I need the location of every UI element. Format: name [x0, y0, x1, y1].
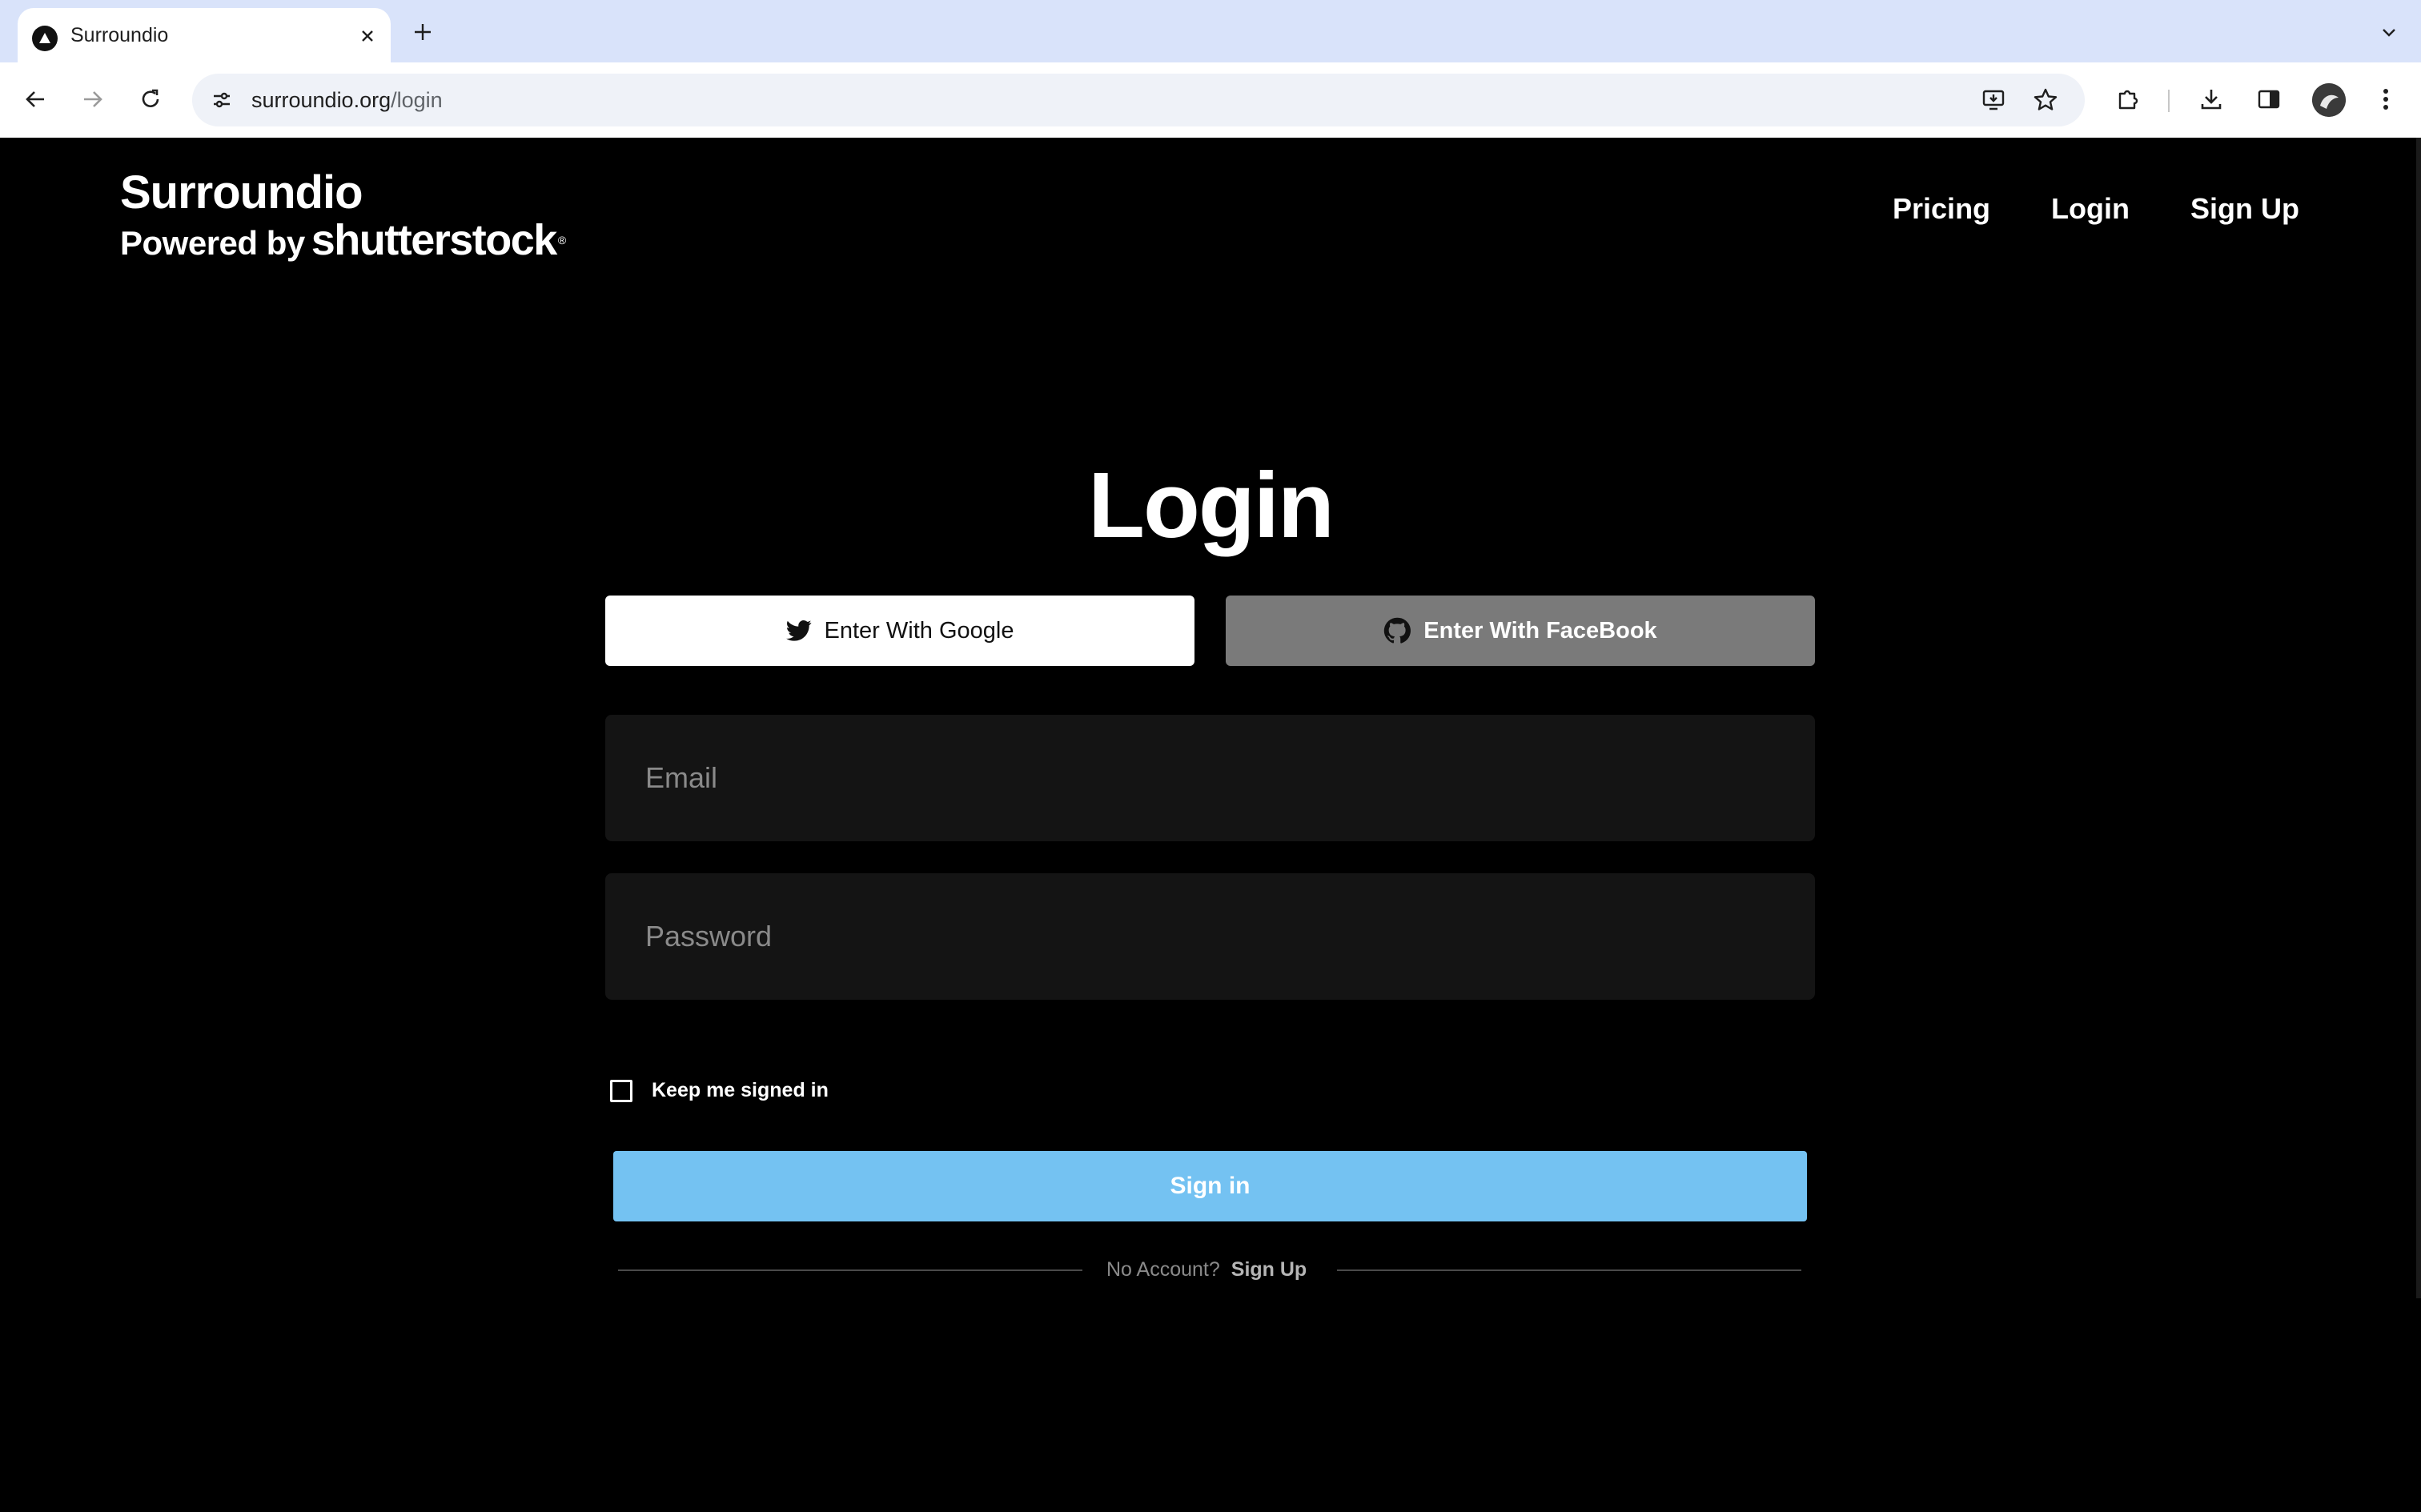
- no-account-text: No Account?: [1106, 1258, 1220, 1281]
- brand-powered-by: Powered by: [120, 224, 305, 262]
- nav-signup-link[interactable]: Sign Up: [2190, 192, 2299, 226]
- surroundio-favicon-icon: [32, 26, 58, 51]
- extensions-puzzle-icon[interactable]: [2109, 80, 2147, 118]
- no-account-prompt: No Account? Sign Up: [1106, 1258, 1307, 1281]
- scrollbar[interactable]: [2416, 138, 2421, 1298]
- site-info-tune-icon[interactable]: [205, 83, 239, 117]
- keep-signed-in-label[interactable]: Keep me signed in: [652, 1079, 829, 1102]
- url-path: /login: [391, 88, 443, 112]
- email-field[interactable]: [605, 715, 1815, 841]
- brand-name: Surroundio: [120, 166, 363, 219]
- forward-arrow-icon[interactable]: [72, 78, 114, 120]
- divider-line-left: [618, 1269, 1082, 1271]
- sign-in-button[interactable]: Sign in: [613, 1151, 1807, 1221]
- github-icon: [1384, 617, 1411, 644]
- close-tab-icon[interactable]: [354, 22, 381, 50]
- registered-mark-icon: ®: [557, 234, 567, 247]
- page-content: Surroundio Powered by shutterstock ® Prici…: [0, 138, 2421, 1512]
- install-app-icon[interactable]: [1977, 83, 2011, 117]
- toolbar-separator: [2168, 90, 2170, 112]
- top-navigation: Pricing Login Sign Up: [1893, 192, 2299, 226]
- address-bar[interactable]: surroundio.org/login: [192, 74, 2085, 126]
- brand-logo[interactable]: Surroundio Powered by shutterstock ®: [120, 168, 566, 274]
- downloads-icon[interactable]: [2192, 80, 2230, 118]
- bookmark-star-icon[interactable]: [2029, 83, 2062, 117]
- new-tab-plus-icon[interactable]: [407, 16, 439, 48]
- twitter-bird-icon: [785, 620, 811, 641]
- enter-with-google-button[interactable]: Enter With Google: [605, 596, 1194, 666]
- enter-with-facebook-button[interactable]: Enter With FaceBook: [1226, 596, 1815, 666]
- page-title: Login: [1088, 453, 1335, 557]
- url-text: surroundio.org/login: [251, 88, 443, 113]
- browser-menu-kebab-icon[interactable]: [2367, 80, 2405, 118]
- password-field[interactable]: [605, 873, 1815, 1000]
- shutterstock-logo: shutterstock: [311, 216, 558, 264]
- nav-pricing-link[interactable]: Pricing: [1893, 192, 1990, 226]
- reload-icon[interactable]: [130, 78, 171, 120]
- keep-signed-in-checkbox[interactable]: [610, 1079, 632, 1102]
- profile-avatar[interactable]: [2312, 83, 2346, 117]
- nav-login-link[interactable]: Login: [2051, 192, 2130, 226]
- keep-signed-in-row: Keep me signed in: [610, 1079, 829, 1102]
- tab-strip: Surroundio: [0, 0, 2421, 62]
- tab-title: Surroundio: [70, 24, 169, 46]
- url-domain: surroundio.org: [251, 88, 391, 112]
- sign-up-link[interactable]: Sign Up: [1231, 1258, 1307, 1281]
- browser-chrome: Surroundio surroundio.org/login: [0, 0, 2421, 138]
- divider-line-right: [1337, 1269, 1801, 1271]
- google-button-label: Enter With Google: [824, 617, 1014, 644]
- browser-tab[interactable]: Surroundio: [18, 8, 391, 62]
- brand-subline: Powered by shutterstock ®: [120, 218, 566, 274]
- facebook-button-label: Enter With FaceBook: [1423, 617, 1657, 644]
- side-panel-icon[interactable]: [2250, 80, 2288, 118]
- browser-toolbar: surroundio.org/login: [0, 62, 2421, 138]
- back-arrow-icon[interactable]: [14, 78, 56, 120]
- tab-search-chevron-down-icon[interactable]: [2373, 16, 2405, 48]
